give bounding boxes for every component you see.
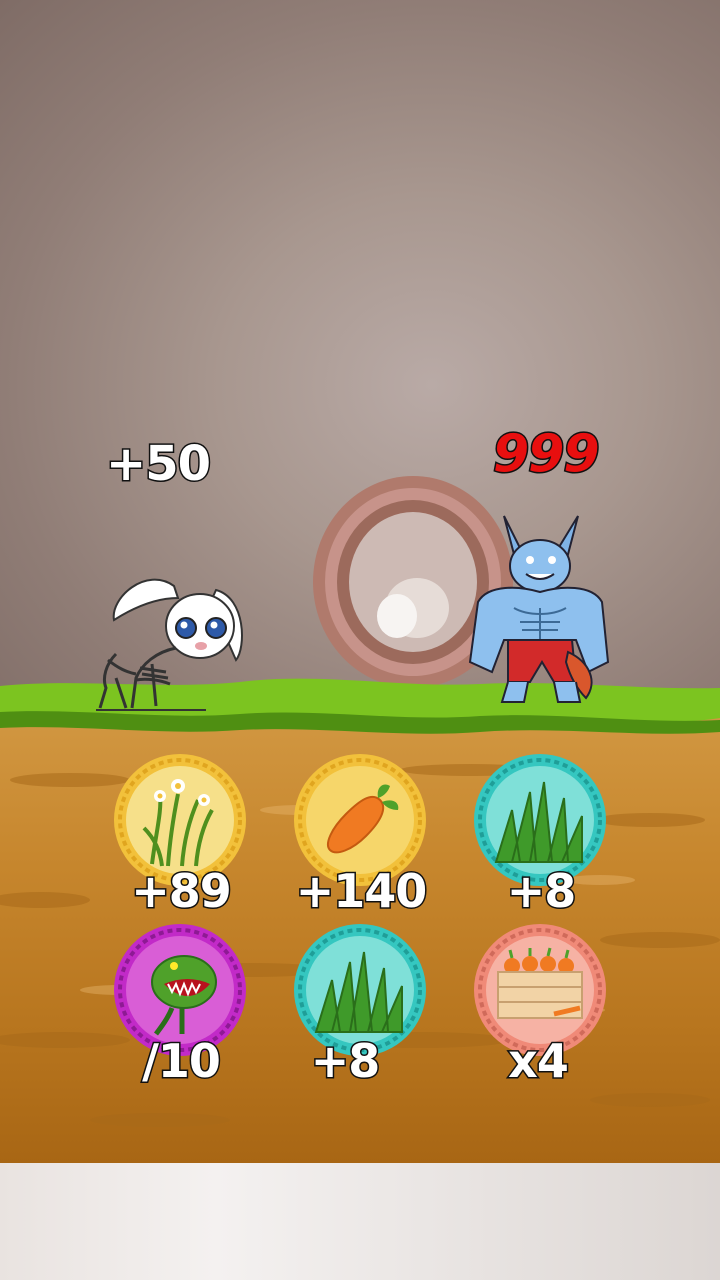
enemy-score: 999 <box>492 424 602 484</box>
pickup-label: +89 <box>130 864 234 918</box>
player-score: +50 <box>104 436 212 492</box>
pickup-label: +8 <box>309 1034 382 1088</box>
pickup-label: /10 <box>141 1034 223 1088</box>
muscular-wolf-icon <box>468 515 610 703</box>
pickup-label: +140 <box>294 864 429 918</box>
skeletal-rabbit-icon <box>96 578 243 711</box>
room-floor-background <box>0 1163 720 1280</box>
game-scene: +50 999 +89 +140 +8 /10 +8 x4 <box>0 0 720 1280</box>
pickup-label: +8 <box>505 864 578 918</box>
pickup-label: x4 <box>507 1034 571 1088</box>
